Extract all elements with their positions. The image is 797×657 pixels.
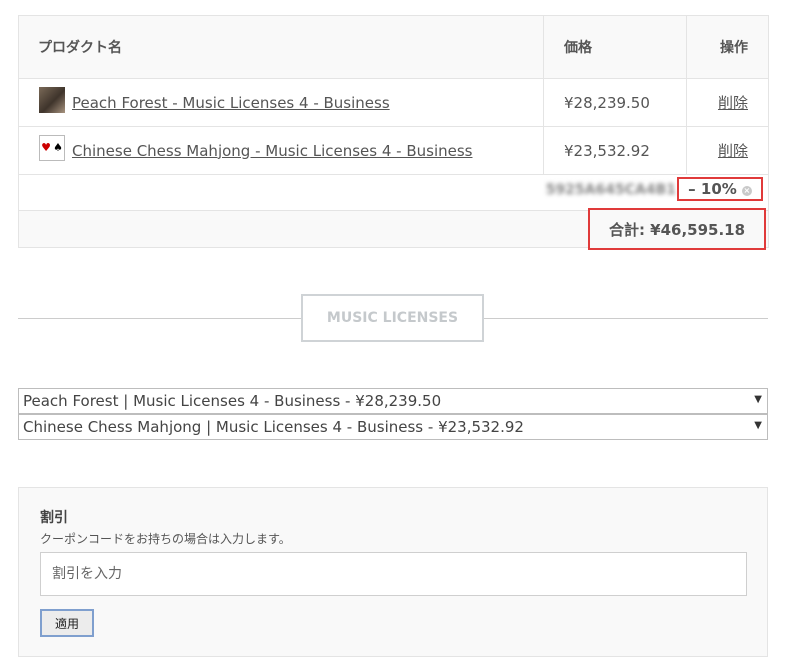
remove-link[interactable]: 削除 (718, 142, 748, 160)
playing-cards-icon: ♥ ♠ (39, 134, 65, 161)
header-product-name: プロダクト名 (18, 15, 544, 79)
product-link-peach-forest[interactable]: Peach Forest - Music Licenses 4 - Busine… (72, 94, 390, 112)
section-title: MUSIC LICENSES (301, 294, 484, 342)
license-select-chinese-chess[interactable]: Chinese Chess Mahjong | Music Licenses 4… (18, 414, 768, 440)
discount-amount: – 10% (688, 180, 737, 198)
coupon-panel: 割引 クーポンコードをお持ちの場合は入力します。 適用 (18, 487, 768, 657)
remove-discount-icon[interactable]: × (741, 186, 752, 196)
coupon-help-text: クーポンコードをお持ちの場合は入力します。 (40, 532, 291, 546)
album-art-icon (39, 86, 65, 113)
item-price: ¥23,532.92 (543, 126, 687, 175)
table-row: ♥ ♠ Chinese Chess Mahjong - Music License… (18, 126, 769, 175)
license-select-peach-forest[interactable]: Peach Forest | Music Licenses 4 - Busine… (18, 388, 768, 414)
dropdown-arrow-icon: ▼ (754, 420, 762, 431)
total-row: 合計: ¥46,595.18 (18, 208, 769, 250)
product-link-chinese-chess[interactable]: Chinese Chess Mahjong - Music Licenses 4… (72, 142, 472, 160)
coupon-input[interactable] (40, 552, 747, 596)
header-action: 操作 (686, 15, 769, 79)
cart-header-row: プロダクト名 価格 操作 (18, 15, 769, 79)
coupon-code: 5925A645CA4B1 (545, 182, 676, 198)
select-value: Chinese Chess Mahjong | Music Licenses 4… (23, 418, 524, 436)
discount-row: 5925A645CA4B1 – 10% × (18, 174, 769, 211)
select-value: Peach Forest | Music Licenses 4 - Busine… (23, 392, 442, 410)
apply-coupon-button[interactable]: 適用 (40, 609, 94, 637)
remove-link[interactable]: 削除 (718, 94, 748, 112)
discount-amount-box: – 10% × (677, 177, 763, 201)
dropdown-arrow-icon: ▼ (754, 394, 762, 405)
header-price: 価格 (543, 15, 687, 79)
table-row: Peach Forest - Music Licenses 4 - Busine… (18, 78, 769, 127)
cart-total: 合計: ¥46,595.18 (588, 208, 766, 250)
coupon-title: 割引 (40, 510, 68, 526)
item-price: ¥28,239.50 (543, 78, 687, 127)
cart-table: プロダクト名 価格 操作 Peach Forest - Music Licens… (18, 15, 769, 250)
